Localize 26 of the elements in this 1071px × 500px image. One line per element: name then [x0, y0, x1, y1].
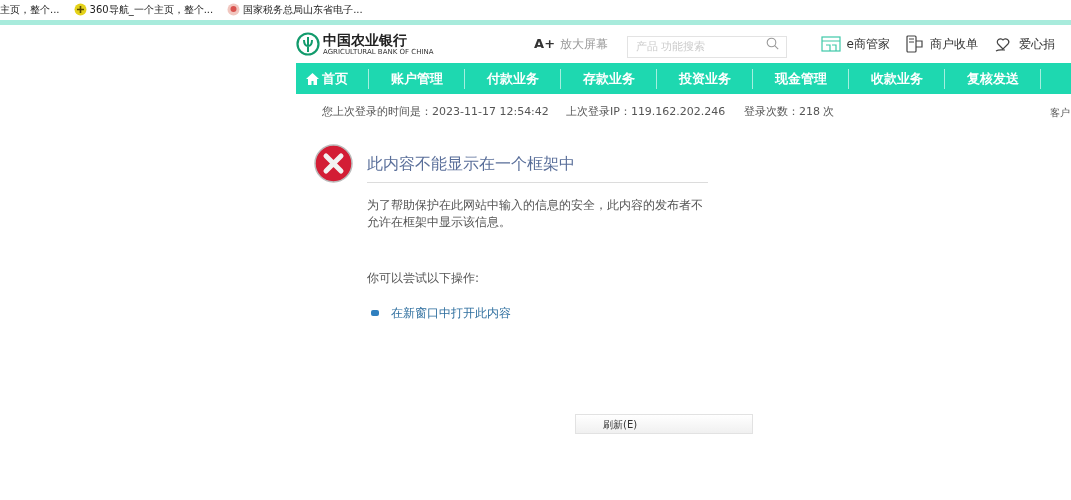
bookmark-link[interactable]: 国家税务总局山东省电子... — [227, 2, 363, 17]
error-icon — [314, 144, 353, 183]
error-message: 为了帮助保护在此网站中输入的信息的安全，此内容的发布者不允许在框架中显示该信息。 — [367, 197, 704, 231]
login-info: 登录次数：218 次 — [744, 103, 836, 120]
emblem-icon — [227, 3, 241, 16]
logo-icon — [296, 32, 320, 56]
header-link[interactable]: e商管家 — [820, 35, 890, 53]
header-link[interactable]: 商户收单 — [906, 35, 978, 53]
error-title: 此内容不能显示在一个框架中 — [367, 152, 708, 183]
open-new-window-link[interactable]: 在新窗口中打开此内容 — [391, 304, 511, 322]
refresh-button[interactable]: 刷新(E) — [575, 414, 753, 434]
card-terminal-icon — [906, 35, 924, 53]
logo-name: 中国农业银行 — [323, 32, 408, 47]
home-icon — [306, 72, 319, 85]
login-info: 客户 — [1050, 105, 1070, 120]
bullet-icon — [371, 310, 379, 316]
login-info: 您上次登录的时间是：2023-11-17 12:54:42 — [322, 103, 550, 120]
login-info: 上次登录IP：119.162.202.246 — [566, 103, 727, 120]
header-link[interactable]: 爱心捐 — [994, 35, 1055, 53]
error-hint: 你可以尝试以下操作: — [367, 270, 481, 287]
plus-circle-icon — [73, 3, 87, 16]
bookmark-link[interactable]: 主页，整个... — [0, 2, 60, 17]
search-icon — [765, 37, 779, 50]
storefront-icon — [820, 35, 841, 53]
bookmark-link[interactable]: 360导航_一个主页，整个... — [73, 2, 214, 17]
zoom-link[interactable]: A+ 放大屏幕 — [534, 34, 627, 54]
